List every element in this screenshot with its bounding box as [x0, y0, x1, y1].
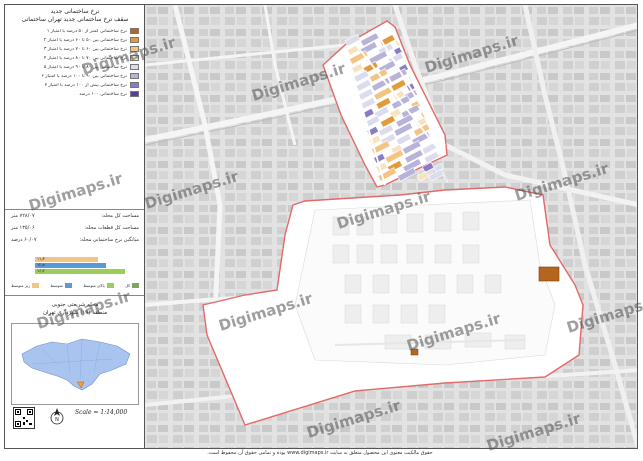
legend-item-label: نرخ ساختمانی بین ۹۰ تا ۱۰۰ درصد با امتیا… [41, 73, 127, 79]
svg-text:N: N [55, 417, 59, 423]
region-title: محله شریعتی جنوبی منطقه (۱۹) شهرداری تهر… [11, 301, 139, 317]
summary-bar-label: ۱۲٫۸ [37, 262, 45, 267]
map-view [145, 5, 637, 448]
legend-swatch [130, 28, 139, 34]
tehran-inset-map [11, 323, 139, 405]
legend-item: نرخ ساختمانی ۱۰۰ درصد [11, 90, 139, 98]
stat-average: میانگین نرخ ساختمانی محله: ۶۰/۰۷ درصد [11, 237, 139, 243]
chart-key: کل [125, 283, 139, 288]
legend-item: نرخ ساختمانی بیش از ۱۰۰ درصد با امتیاز ۷ [11, 81, 139, 89]
map-graphic [145, 5, 637, 448]
legend-swatch [130, 46, 139, 52]
chart-key-label: کل [125, 283, 130, 288]
chart-key: زیر متوسط [11, 283, 40, 288]
copyright-footer: حقوق مالکیت معنوی این محصول متعلق به سای… [207, 450, 433, 456]
legend-title: نرخ ساختمانی جدید سقف نرخ ساختمانی جدید … [9, 8, 141, 24]
chart-keys: زیر متوسط متوسط بالای متوسط کل [11, 283, 139, 288]
stat-value: ۱۳۵/۰۶ متر [11, 225, 35, 231]
summary-bar-label: ۱۶٫۲ [37, 268, 45, 273]
inset-map-graphic [21, 338, 131, 391]
summary-bar-chart: ۱۱٫۳ ۱۲٫۸ ۱۶٫۲ [35, 256, 135, 275]
divider [5, 295, 144, 296]
chart-key-label: بالای متوسط [83, 283, 105, 288]
legend-item-label: نرخ ساختمانی بیش از ۱۰۰ درصد با امتیاز ۷ [44, 82, 127, 88]
chart-key-label: زیر متوسط [11, 283, 31, 288]
parcel-low-ratio [538, 266, 560, 282]
stat-label: میانگین نرخ ساختمانی محله: [79, 237, 139, 243]
legend-swatch [130, 37, 139, 43]
stat-value: ۷۲۸/۰۷ متر [11, 213, 35, 219]
divider [5, 209, 144, 210]
legend-item: نرخ ساختمانی بین ۶۰ تا ۷۰ درصد با امتیاز… [11, 45, 139, 53]
legend-item-label: نرخ ساختمانی بین ۶۰ تا ۷۰ درصد با امتیاز… [43, 46, 127, 52]
summary-bar: ۱۶٫۲ [35, 268, 125, 274]
legend-item-label: نرخ ساختمانی کمتر از ۵۰ درصد با امتیاز ۱ [46, 28, 127, 34]
scale-text: Scale = 1:14,000 [75, 409, 128, 416]
stat-value: ۶۰/۰۷ درصد [11, 237, 37, 243]
legend-item: نرخ ساختمانی بین ۸۰ تا ۹۰ درصد با امتیاز… [11, 63, 139, 71]
map-sheet: نرخ ساختمانی جدید سقف نرخ ساختمانی جدید … [4, 4, 643, 455]
legend-item: نرخ ساختمانی بین ۹۰ تا ۱۰۰ درصد با امتیا… [11, 72, 139, 80]
legend-items: نرخ ساختمانی کمتر از ۵۰ درصد با امتیاز ۱… [11, 27, 139, 99]
region-district: منطقه (۱۹) شهرداری تهران [42, 310, 108, 316]
summary-bar-label: ۱۱٫۳ [37, 256, 45, 261]
legend-title-line1: نرخ ساختمانی جدید [50, 8, 100, 15]
chart-key: متوسط [50, 283, 72, 288]
legend-item-label: نرخ ساختمانی بین ۸۰ تا ۹۰ درصد با امتیاز… [43, 64, 127, 70]
legend-swatch [130, 64, 139, 70]
summary-bar: ۱۲٫۸ [35, 262, 106, 268]
qr-code [13, 407, 35, 429]
region-name: محله شریعتی جنوبی [51, 302, 99, 308]
chart-key-swatch [64, 283, 72, 288]
stat-label: مساحت کل قطعات محله: [84, 225, 139, 231]
stat-label: مساحت کل محله: [101, 213, 139, 219]
legend-swatch [130, 55, 139, 61]
legend-swatch [130, 91, 139, 97]
chart-key-swatch [106, 283, 114, 288]
chart-key: بالای متوسط [83, 283, 114, 288]
legend-panel: نرخ ساختمانی جدید سقف نرخ ساختمانی جدید … [5, 5, 145, 448]
legend-swatch [130, 73, 139, 79]
chart-key-swatch [132, 283, 139, 288]
legend-item-label: نرخ ساختمانی بین ۵۰ تا ۶۰ درصد با امتیاز… [43, 37, 127, 43]
chart-key-label: متوسط [50, 283, 63, 288]
legend-item-label: نرخ ساختمانی بین ۷۰ تا ۸۰ درصد با امتیاز… [43, 55, 127, 61]
legend-title-line2: سقف نرخ ساختمانی جدید تهران ساختمانی [21, 16, 129, 23]
stat-area: مساحت کل محله: ۷۲۸/۰۷ متر [11, 213, 139, 219]
legend-item: نرخ ساختمانی کمتر از ۵۰ درصد با امتیاز ۱ [11, 27, 139, 35]
chart-key-swatch [32, 283, 40, 288]
legend-item-label: نرخ ساختمانی ۱۰۰ درصد [79, 91, 127, 97]
stat-parcels: مساحت کل قطعات محله: ۱۳۵/۰۶ متر [11, 225, 139, 231]
north-arrow-icon: N [49, 407, 65, 427]
parcel-low-ratio [410, 348, 419, 356]
legend-item: نرخ ساختمانی بین ۵۰ تا ۶۰ درصد با امتیاز… [11, 36, 139, 44]
legend-swatch [130, 82, 139, 88]
legend-item: نرخ ساختمانی بین ۷۰ تا ۸۰ درصد با امتیاز… [11, 54, 139, 62]
